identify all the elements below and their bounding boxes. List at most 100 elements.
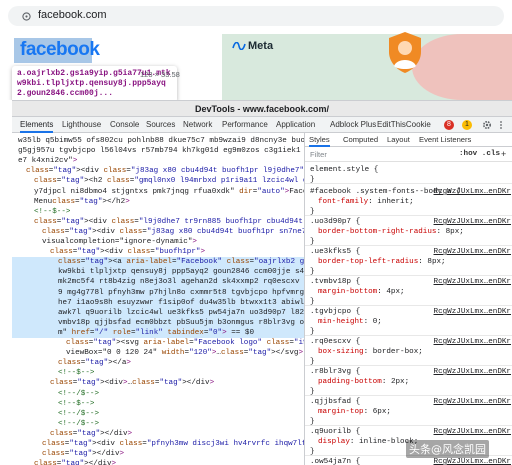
css-rule[interactable]: #facebook .system-fonts--body a {RcgWzJU… (305, 186, 512, 216)
css-source-link[interactable]: RcgWzJUxLmx…enDKr (434, 337, 511, 347)
elements-tree[interactable]: w35lb q5bimw55 ofs802cu pohlnb88 dkue75c… (12, 133, 304, 465)
banner-decoration (412, 34, 512, 100)
tab-sources[interactable]: Sources (146, 117, 175, 133)
dom-node-line[interactable]: class="tag"></div> (12, 429, 304, 439)
more-options-icon[interactable] (498, 120, 504, 130)
tab-performance[interactable]: Performance (222, 117, 268, 133)
dom-node-text: mk2mc5f4 rt8b4zig n8ej3o3l agehan2d sk4x… (58, 278, 304, 287)
tab-layout[interactable]: Layout (387, 133, 410, 147)
url-text[interactable]: facebook.com (38, 9, 106, 21)
tab-lighthouse[interactable]: Lighthouse (62, 117, 101, 133)
css-source-link[interactable]: RcgWzJUxLmx…enDKr (434, 187, 511, 197)
css-source-link[interactable]: RcgWzJUxLmx…enDKr (434, 397, 511, 407)
dom-node-text: Menuclass="tag"></h2> (34, 197, 130, 206)
css-source-link[interactable]: RcgWzJUxLmx…enDKr (434, 427, 511, 437)
tab-event-listeners[interactable]: Event Listeners (419, 133, 471, 147)
error-count-badge[interactable]: 8 (444, 120, 454, 130)
dom-node-line[interactable]: <!--/$--> (12, 409, 304, 419)
dom-node-line[interactable]: class="tag"><div class="buofh1pr"> (12, 247, 304, 257)
css-declaration[interactable]: min-height: 0; (318, 317, 382, 327)
dom-node-line[interactable]: he7 i1ao9s8h esuyzwwr f1sip0of du4w35lb … (12, 297, 304, 308)
meta-logo-icon (232, 42, 246, 50)
tab-network[interactable]: Network (183, 117, 212, 133)
dom-node-line[interactable]: 9 mg4g778l pfnyh3mw p7hjln8o cxmmr5t8 tg… (12, 287, 304, 298)
css-rule[interactable]: .tvmbv18p {RcgWzJUxLmx…enDKr margin-botto… (305, 276, 512, 306)
css-declaration[interactable]: border-top-left-radius: 8px; (318, 257, 446, 267)
css-rule[interactable]: .uo3d90p7 {RcgWzJUxLmx…enDKr border-botto… (305, 216, 512, 246)
css-source-link[interactable]: RcgWzJUxLmx…enDKr (434, 247, 511, 257)
dom-node-text: y7djpcl ni8dbmo4 stjgntxs pmk7jnqg rfua0… (34, 187, 304, 196)
dom-node-line[interactable]: class="tag"></div> (12, 459, 304, 465)
css-source-link[interactable]: RcgWzJUxLmx…enDKr (434, 367, 511, 377)
dom-node-line[interactable]: vmbv18p qjjbsfad ecm0bbzt pbSuu5jm b3onm… (12, 317, 304, 328)
dom-node-line[interactable]: Menuclass="tag"></h2> (12, 197, 304, 207)
dom-node-line[interactable]: y7djpcl ni8dbmo4 stjgntxs pmk7jnqg rfua0… (12, 187, 304, 197)
element-style-rule[interactable]: element.style { } (305, 164, 512, 184)
dom-node-line[interactable]: class="tag"><div class="j83ag x80 cbu4d9… (12, 227, 304, 237)
dom-node-line[interactable]: class="tag"></a> (12, 358, 304, 368)
dom-node-line[interactable]: <!--/$--> (12, 419, 304, 429)
dom-node-line[interactable]: class="tag"><div class="j83ag x80 cbu4d9… (12, 166, 304, 176)
tab-computed[interactable]: Computed (343, 133, 378, 147)
css-declaration[interactable]: margin-bottom: 4px; (318, 287, 405, 297)
tab-elements[interactable]: Elements (20, 117, 54, 133)
dom-node-line[interactable]: class="tag"><div>…class="tag"></div> (12, 378, 304, 388)
facebook-logo[interactable]: facebook (20, 39, 100, 61)
css-rule[interactable]: .rq0escxv {RcgWzJUxLmx…enDKr box-sizing: … (305, 336, 512, 366)
css-declaration[interactable]: font-family: inherit; (318, 197, 414, 207)
dom-node-line[interactable]: class="tag"></div> (12, 449, 304, 459)
css-rule[interactable]: .qjjbsfad {RcgWzJUxLmx…enDKr margin-top: … (305, 396, 512, 426)
tab-editthiscookie[interactable]: EditThisCookie (377, 117, 431, 133)
dom-node-line[interactable]: <!--$--> (12, 368, 304, 378)
site-info-icon[interactable] (22, 12, 31, 21)
dom-node-text: vmbv18p qjjbsfad ecm0bbzt pbSuu5jm b3onm… (58, 318, 304, 327)
dom-node-line[interactable]: m" href="/" role="link" tabindex="0"> ==… (12, 327, 304, 339)
css-declaration[interactable]: border-bottom-right-radius: 8px; (318, 227, 464, 237)
settings-gear-icon[interactable] (482, 120, 492, 130)
dom-node-line[interactable]: viewBox="0 0 120 24" width="120">…class=… (12, 348, 304, 358)
css-declaration[interactable]: display: inline-block; (318, 437, 418, 447)
dom-node-line[interactable]: visualcompletion="ignore-dynamic"> (12, 237, 304, 247)
css-source-link[interactable]: RcgWzJUxLmx…enDKr (434, 277, 511, 287)
add-rule-button[interactable]: + (501, 149, 506, 159)
dom-node-text: class="tag"></a> (58, 359, 131, 368)
dom-node-line[interactable]: w35lb q5bimw55 ofs802cu pohlnb88 dkue75c… (12, 136, 304, 146)
css-source-link[interactable]: RcgWzJUxLmx…enDKr (434, 457, 511, 465)
css-declaration[interactable]: padding-bottom: 2px; (318, 377, 409, 387)
dom-node-line[interactable]: kw9kbi tlpljxtp qensuy8j ppp5ayq2 goun28… (12, 267, 304, 278)
css-rule[interactable]: .tgvbjcpo {RcgWzJUxLmx…enDKr min-height: … (305, 306, 512, 336)
dom-node-line[interactable]: <!--$--> (12, 207, 304, 217)
dom-node-line[interactable]: class="tag"><svg aria-label="Facebook lo… (12, 338, 304, 348)
rule-close-brace: } (310, 176, 315, 184)
dom-node-text: class="tag"><div class="pfnyh3mw discj3w… (42, 440, 304, 448)
dom-node-line[interactable]: class="tag"><div class="pfnyh3mw discj3w… (12, 439, 304, 449)
dom-node-line[interactable]: class="tag"><a aria-label="Facebook" cla… (12, 257, 304, 268)
warning-count-badge[interactable]: 1 (462, 120, 472, 130)
css-declaration[interactable]: margin-top: 6px; (318, 407, 391, 417)
css-source-link[interactable]: RcgWzJUxLmx…enDKr (434, 217, 511, 227)
tab-adblock-plus[interactable]: Adblock Plus (330, 117, 376, 133)
css-rule[interactable]: .r8blr3vg {RcgWzJUxLmx…enDKr padding-bott… (305, 366, 512, 396)
css-rule[interactable]: .ue3kfks5 {RcgWzJUxLmx…enDKr border-top-l… (305, 246, 512, 276)
tab-application[interactable]: Application (276, 117, 315, 133)
dom-node-line[interactable]: mk2mc5f4 rt8b4zig n8ej3o3l agehan2d sk4x… (12, 277, 304, 288)
css-declaration[interactable]: box-sizing: border-box; (318, 347, 423, 357)
css-source-link[interactable]: RcgWzJUxLmx…enDKr (434, 307, 511, 317)
web-page: facebook Meta a.oajrlxb2.gs1a9yip.g5ia77… (0, 30, 512, 100)
css-property-value: border-box; (372, 348, 423, 356)
dom-node-line[interactable]: class="tag"><h2 class="gmql0nx0 l94mrbxd… (12, 176, 304, 186)
dom-node-line[interactable]: class="tag"><div class="l9j0dhe7 tr9rn88… (12, 217, 304, 227)
dom-node-line[interactable]: <!--$--> (12, 399, 304, 409)
dom-node-text: class="tag"><div class="buofh1pr"> (50, 248, 205, 257)
dom-node-line[interactable]: g5gj957u tgvbjcpo l56l04vs r57mb794 kh7k… (12, 146, 304, 156)
dom-node-line[interactable]: awk7l q9uorilb lzcic4wl ue3kfks5 pw54ja7… (12, 307, 304, 318)
dom-node-text: class="tag"><h2 class="gmql0nx0 l94mrbxd… (34, 177, 304, 186)
hov-cls-toggles[interactable]: :hov .cls (459, 150, 500, 158)
tab-console[interactable]: Console (110, 117, 139, 133)
styles-filter-input[interactable]: Filter (310, 150, 327, 159)
css-property-name: border-top-left-radius (318, 258, 419, 266)
dom-node-line[interactable]: e7 k4xni2cv"> (12, 156, 304, 166)
dom-node-line[interactable]: <!--/$--> (12, 389, 304, 399)
css-property-name: display (318, 438, 350, 446)
tab-styles[interactable]: Styles (309, 133, 330, 147)
